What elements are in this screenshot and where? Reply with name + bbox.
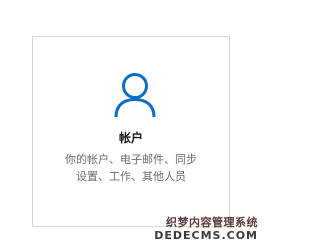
accounts-tile[interactable]: 帐户 你的帐户、电子邮件、同步 设置、工作、其他人员 [32, 36, 230, 227]
tile-description-line: 设置、工作、其他人员 [76, 170, 186, 183]
tile-description-line: 你的帐户、电子邮件、同步 [65, 153, 197, 166]
settings-page: 帐户 你的帐户、电子邮件、同步 设置、工作、其他人员 织梦内容管理系统 DEDE… [0, 0, 264, 251]
watermark-line2: DEDECMS.COM [154, 229, 258, 242]
user-account-icon [113, 71, 157, 119]
watermark: 织梦内容管理系统 DEDECMS.COM [154, 216, 258, 242]
watermark-line1: 织梦内容管理系统 [166, 216, 258, 229]
tile-description: 你的帐户、电子邮件、同步 设置、工作、其他人员 [33, 151, 229, 185]
tile-title: 帐户 [118, 131, 143, 145]
